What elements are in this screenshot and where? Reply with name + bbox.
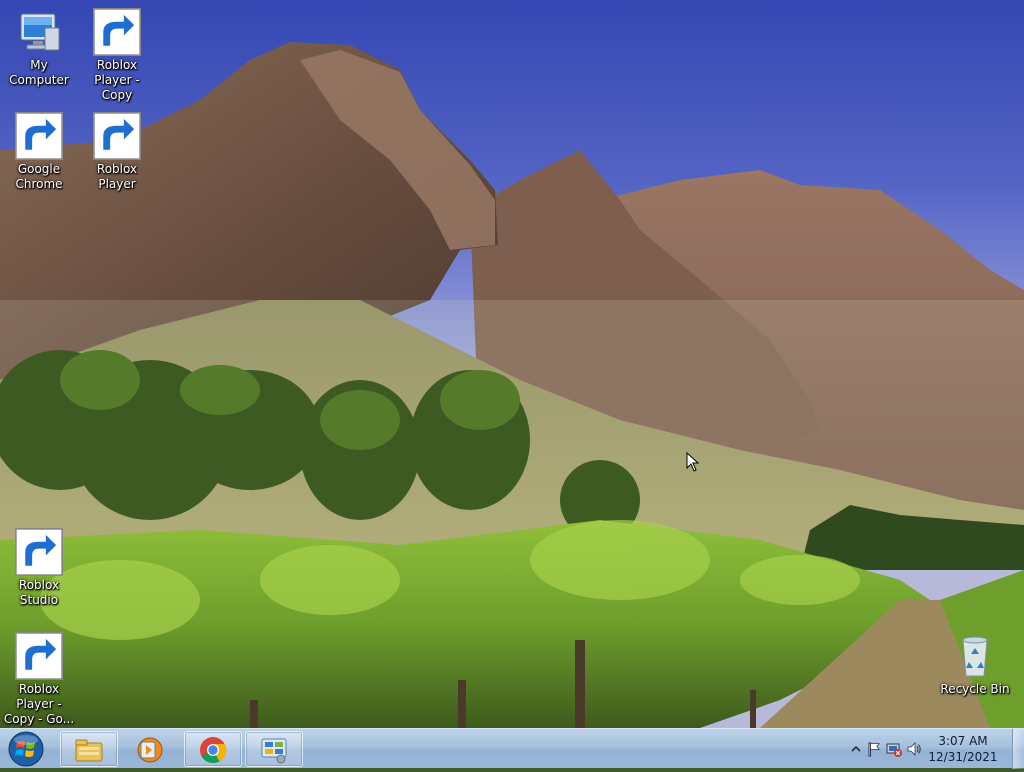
shortcut-arrow-icon [93,8,141,56]
desktop-icon-roblox-player-copy[interactable]: Roblox Player - Copy [78,8,156,103]
desktop-icon-label: Roblox Player [96,162,138,191]
network-icon[interactable] [886,741,902,757]
desktop-icon-label: Recycle Bin [940,682,1010,696]
action-center-flag-icon[interactable] [866,741,882,757]
control-panel-icon [261,738,287,764]
start-button[interactable] [4,730,48,768]
show-desktop-button[interactable] [1012,729,1024,769]
desktop-wallpaper [0,0,1024,728]
clock-date: 12/31/2021 [928,750,998,764]
media-player-icon [137,737,163,763]
roblox-player-icon [93,8,141,56]
roblox-studio-icon [15,528,63,576]
mouse-cursor-icon [686,452,700,472]
windows-start-orb-icon [8,731,44,767]
desktop-icon-roblox-studio[interactable]: Roblox Studio [0,528,78,608]
taskbar-file-explorer[interactable] [60,731,118,767]
shortcut-arrow-icon [15,632,63,680]
desktop-icon-recycle-bin[interactable]: Recycle Bin [936,632,1014,697]
chrome-icon [200,737,227,764]
roblox-player-icon [93,112,141,160]
shortcut-arrow-icon [15,528,63,576]
desktop-icon-label: Roblox Studio [18,578,60,607]
desktop-icon-label: Roblox Player - Copy [94,58,140,102]
roblox-player-icon [15,632,63,680]
clock-time: 3:07 AM [938,734,988,748]
chrome-icon [15,112,63,160]
computer-icon [15,8,63,56]
show-hidden-icons-chevron[interactable] [848,741,864,757]
desktop-icon-roblox-player[interactable]: Roblox Player [78,112,156,192]
desktop-icon-label: My Computer [9,58,69,87]
taskbar-media-player[interactable] [121,731,179,767]
taskbar: 3:07 AM 12/31/2021 [0,728,1024,769]
clock[interactable]: 3:07 AM 12/31/2021 [928,733,998,765]
desktop-icon-label: Google Chrome [15,162,63,191]
volume-icon[interactable] [906,741,922,757]
desktop-icon-roblox-player-copy-go[interactable]: Roblox Player - Copy - Go... [0,632,78,727]
system-tray: 3:07 AM 12/31/2021 [840,729,1024,769]
desktop-icon-my-computer[interactable]: My Computer [0,8,78,88]
shortcut-arrow-icon [93,112,141,160]
shortcut-arrow-icon [15,112,63,160]
taskbar-control-panel[interactable] [245,731,303,767]
desktop-icon-label: Roblox Player - Copy - Go... [3,682,75,726]
desktop-icon-google-chrome[interactable]: Google Chrome [0,112,78,192]
recycle-bin-icon [951,632,999,680]
file-explorer-icon [75,739,103,762]
taskbar-google-chrome[interactable] [184,731,242,767]
